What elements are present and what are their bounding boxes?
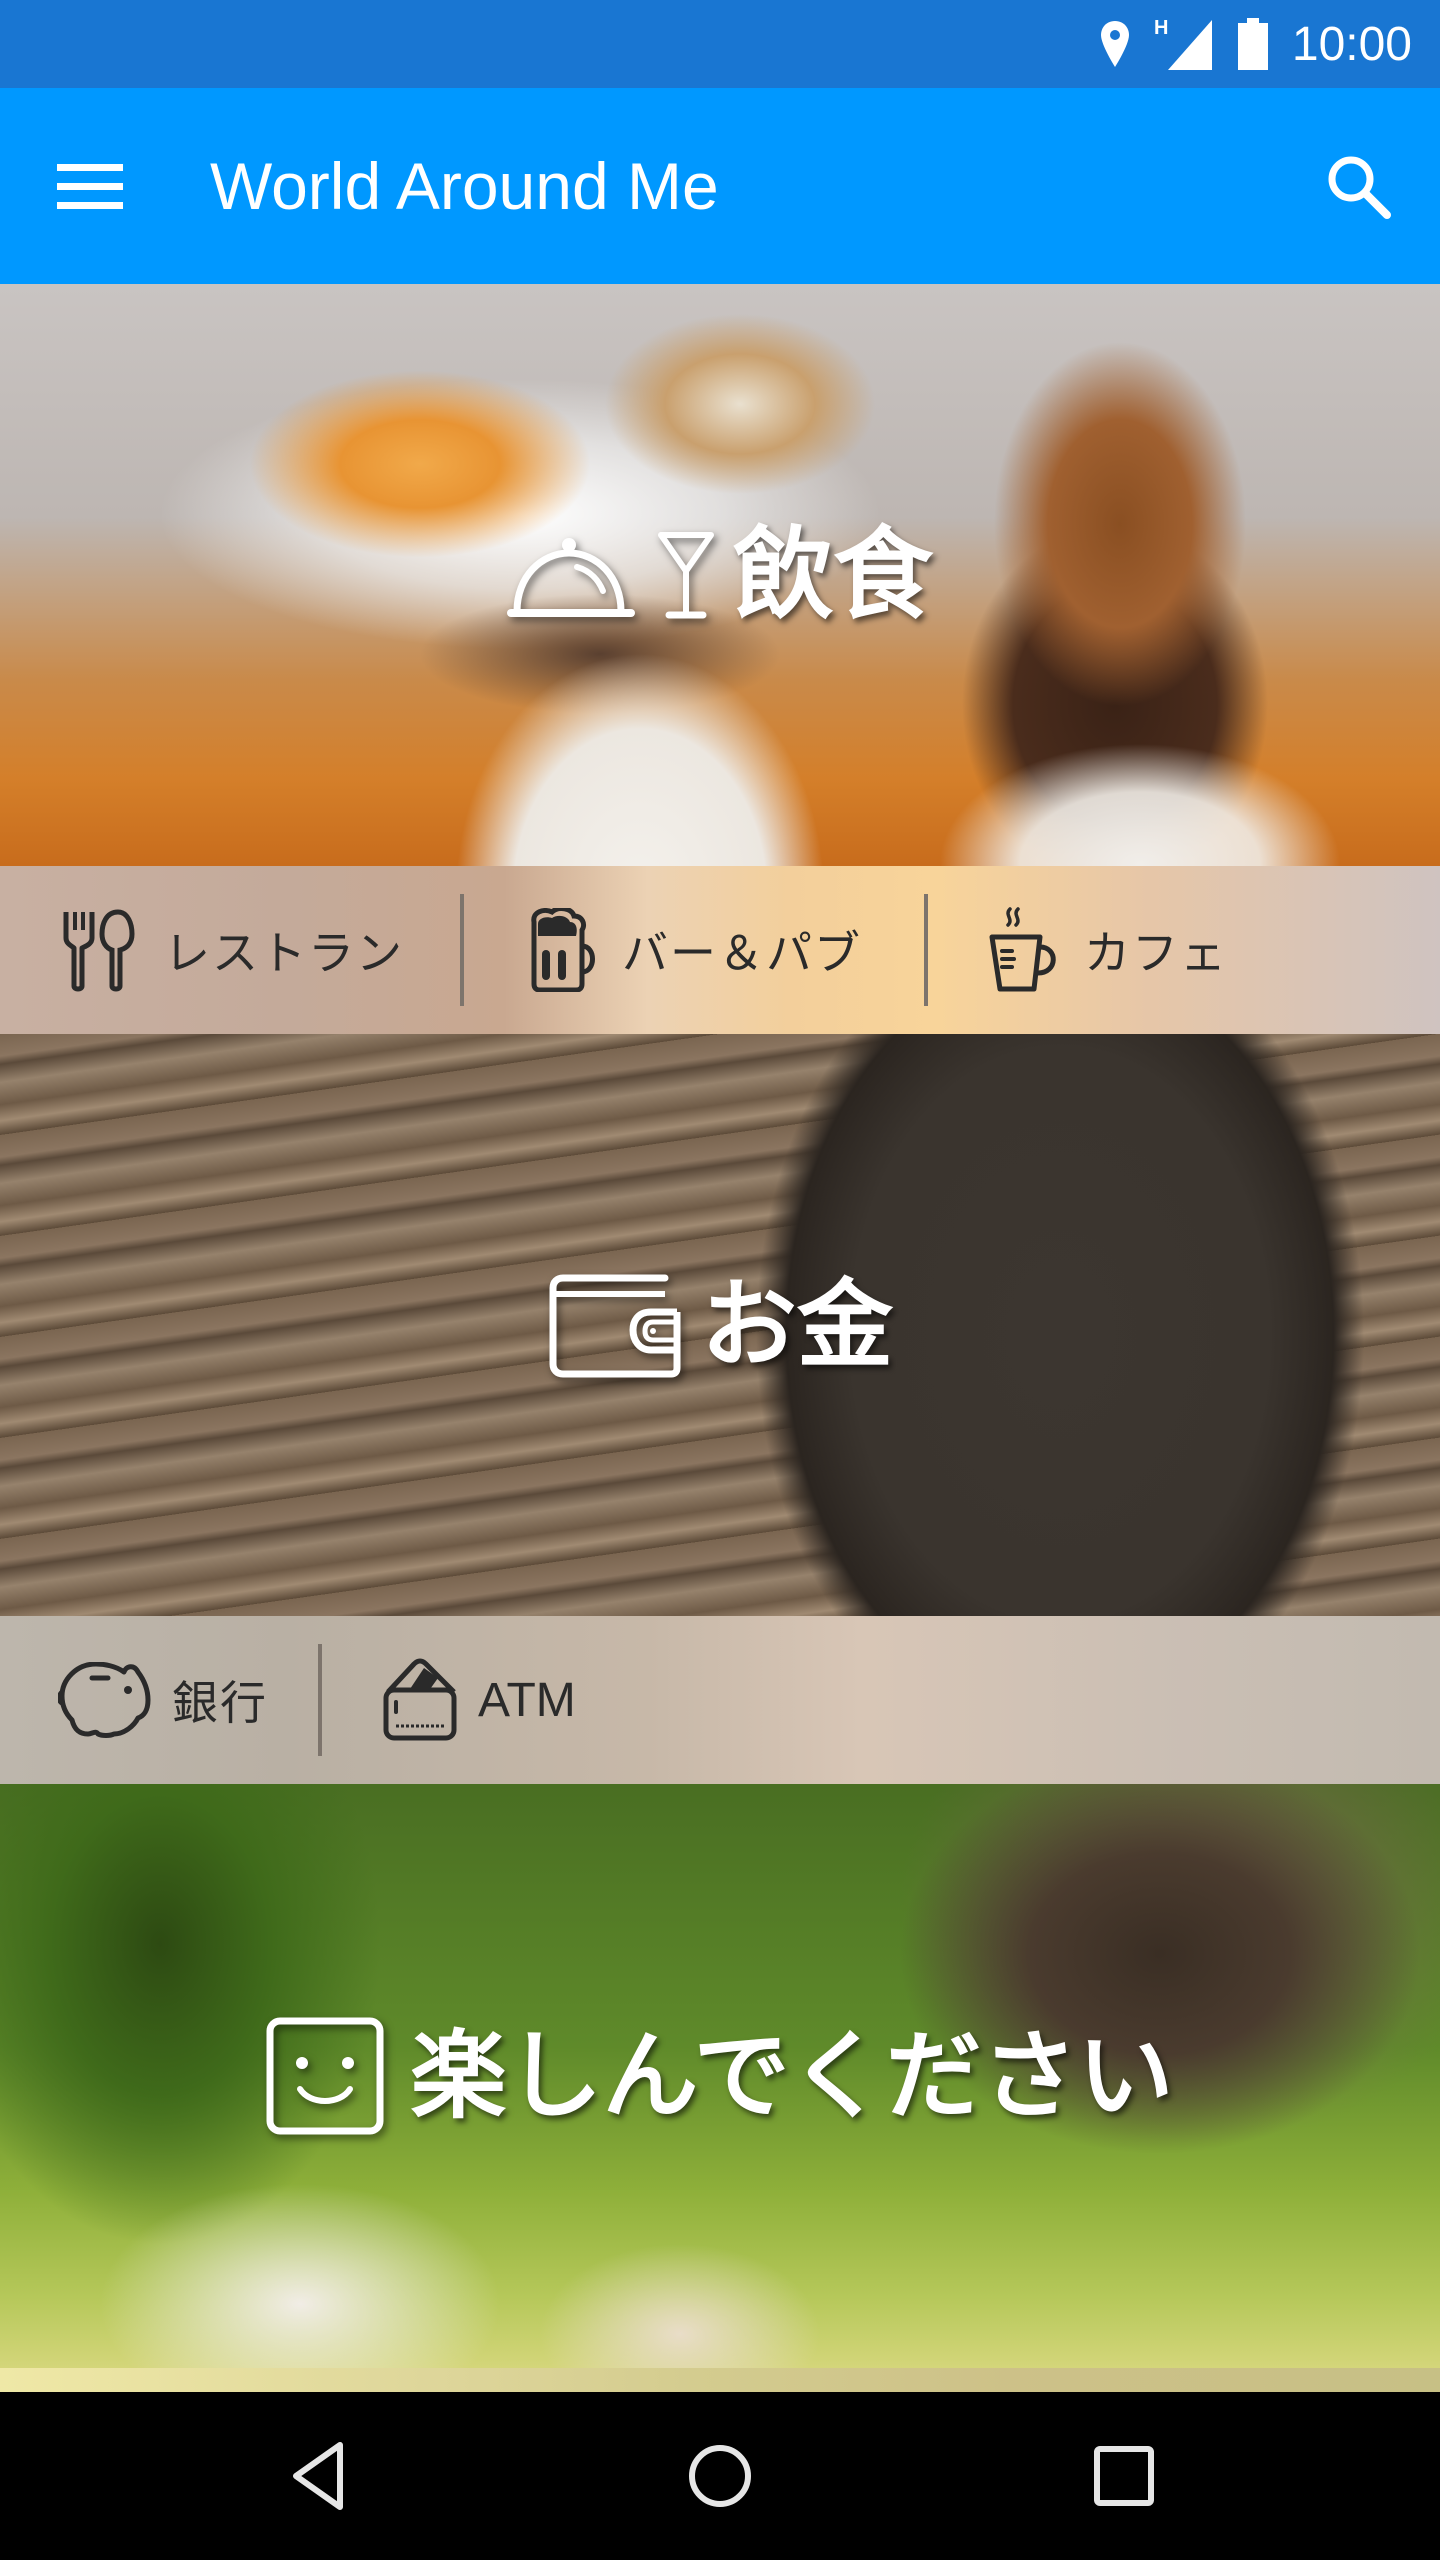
signal-h-icon: H: [1154, 16, 1214, 72]
food-section-banner[interactable]: 飲食: [0, 284, 1440, 866]
coffee-cup-icon: [989, 907, 1056, 992]
cloche-icon: [507, 538, 635, 617]
menu-icon: [57, 164, 123, 209]
subcategory-cafe[interactable]: カフェ: [928, 866, 1328, 1034]
smiley-icon: [266, 2017, 384, 2135]
location-icon: [1098, 19, 1132, 69]
fun-subcategories-partial: [0, 2368, 1440, 2392]
recents-icon: [1094, 2446, 1154, 2506]
subcategory-label: 銀行: [172, 1676, 268, 1730]
subcategory-label: レストラン: [164, 926, 404, 980]
back-button[interactable]: [278, 2436, 358, 2516]
wallet-icon: [549, 1274, 681, 1378]
subcategory-restaurant[interactable]: レストラン: [0, 866, 460, 1034]
status-bar: H 10:00: [0, 0, 1440, 88]
status-time: 10:00: [1291, 17, 1412, 71]
fork-spoon-icon: [63, 909, 135, 992]
money-section-banner[interactable]: お金: [0, 1034, 1440, 1616]
money-subcategories: 銀行 ATM: [0, 1616, 1440, 1784]
subcategory-bar-pub[interactable]: バー＆パブ: [464, 866, 924, 1034]
fun-section-title: 楽しんでください: [410, 2020, 1174, 2132]
subcategory-atm[interactable]: ATM: [322, 1616, 762, 1784]
food-section-label: 飲食: [0, 284, 1440, 866]
fun-section-banner[interactable]: 楽しんでください: [0, 1784, 1440, 2368]
menu-button[interactable]: [50, 150, 130, 222]
fun-section-label: 楽しんでください: [0, 1784, 1440, 2368]
app-bar: World Around Me: [0, 88, 1440, 284]
subcategory-label: バー＆パブ: [622, 926, 862, 980]
svg-text:H: H: [1154, 17, 1168, 39]
battery-icon: [1236, 16, 1270, 72]
home-button[interactable]: [680, 2436, 760, 2516]
subcategory-label: カフェ: [1084, 926, 1228, 980]
recents-button[interactable]: [1084, 2436, 1164, 2516]
atm-card-icon: [383, 1658, 457, 1741]
money-section-title: お金: [701, 1269, 893, 1381]
subcategory-bank[interactable]: 銀行: [0, 1616, 318, 1784]
piggy-bank-icon: [58, 1662, 151, 1738]
search-button[interactable]: [1316, 144, 1400, 228]
home-icon: [689, 2445, 751, 2507]
system-navigation-bar: [0, 2392, 1440, 2560]
cocktail-glass-icon: [658, 532, 714, 619]
money-section-label: お金: [0, 1034, 1440, 1616]
subcategory-label: ATM: [478, 1673, 576, 1727]
beer-mug-icon: [531, 908, 595, 992]
food-section-title: 飲食: [733, 516, 933, 633]
food-subcategories: レストラン バー＆パブ カフェ: [0, 866, 1440, 1034]
search-icon: [1328, 156, 1391, 219]
app-title: World Around Me: [210, 149, 719, 223]
back-icon: [293, 2442, 343, 2510]
